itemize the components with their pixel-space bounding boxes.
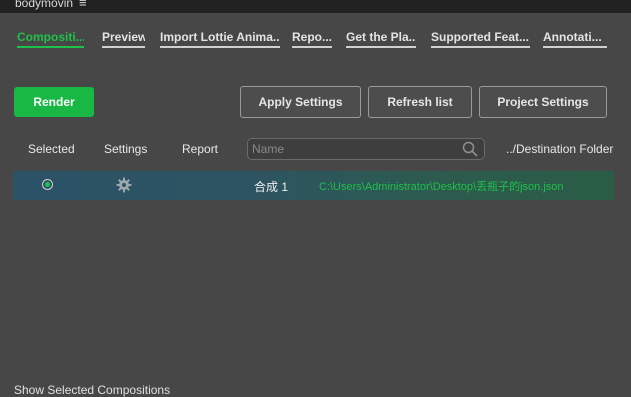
hamburger-icon[interactable]: ≡	[79, 0, 87, 10]
tab-bar: Compositi... Preview Import Lottie Anima…	[0, 28, 631, 48]
render-button[interactable]: Render	[14, 87, 94, 117]
tab-annotations[interactable]: Annotati...	[543, 28, 607, 48]
tab-report[interactable]: Repo...	[292, 28, 332, 48]
selected-radio[interactable]	[42, 179, 53, 190]
column-header-settings: Settings	[104, 142, 148, 156]
tab-import-lottie[interactable]: Import Lottie Anima...	[160, 28, 280, 48]
search-input[interactable]	[252, 141, 452, 157]
radio-dot	[45, 182, 50, 187]
search-field[interactable]	[247, 138, 485, 160]
tab-preview[interactable]: Preview	[102, 28, 145, 48]
search-icon[interactable]	[462, 141, 478, 162]
destination-path[interactable]: C:\Users\Administrator\Desktop\丢瓶子的json.…	[319, 178, 564, 194]
tab-supported-features[interactable]: Supported Feat...	[431, 28, 530, 48]
column-header-report: Report	[182, 142, 219, 156]
gear-icon[interactable]	[116, 177, 132, 198]
tab-compositions[interactable]: Compositi...	[17, 28, 84, 48]
column-header-destination[interactable]: ../Destination Folder	[506, 142, 613, 156]
tab-get-the-player[interactable]: Get the Pla...	[346, 28, 416, 48]
panel-titlebar: bodymovin ≡	[0, 0, 631, 13]
column-header-selected: Selected	[28, 142, 75, 156]
apply-settings-button[interactable]: Apply Settings	[240, 86, 361, 118]
show-selected-compositions-label[interactable]: Show Selected Compositions	[14, 383, 170, 397]
panel-title: bodymovin	[15, 0, 74, 10]
refresh-list-button[interactable]: Refresh list	[368, 86, 472, 118]
project-settings-button[interactable]: Project Settings	[479, 86, 607, 118]
composition-name: 合成 1	[254, 180, 289, 194]
composition-row[interactable]: 合成 1 C:\Users\Administrator\Desktop\丢瓶子的…	[13, 171, 614, 200]
